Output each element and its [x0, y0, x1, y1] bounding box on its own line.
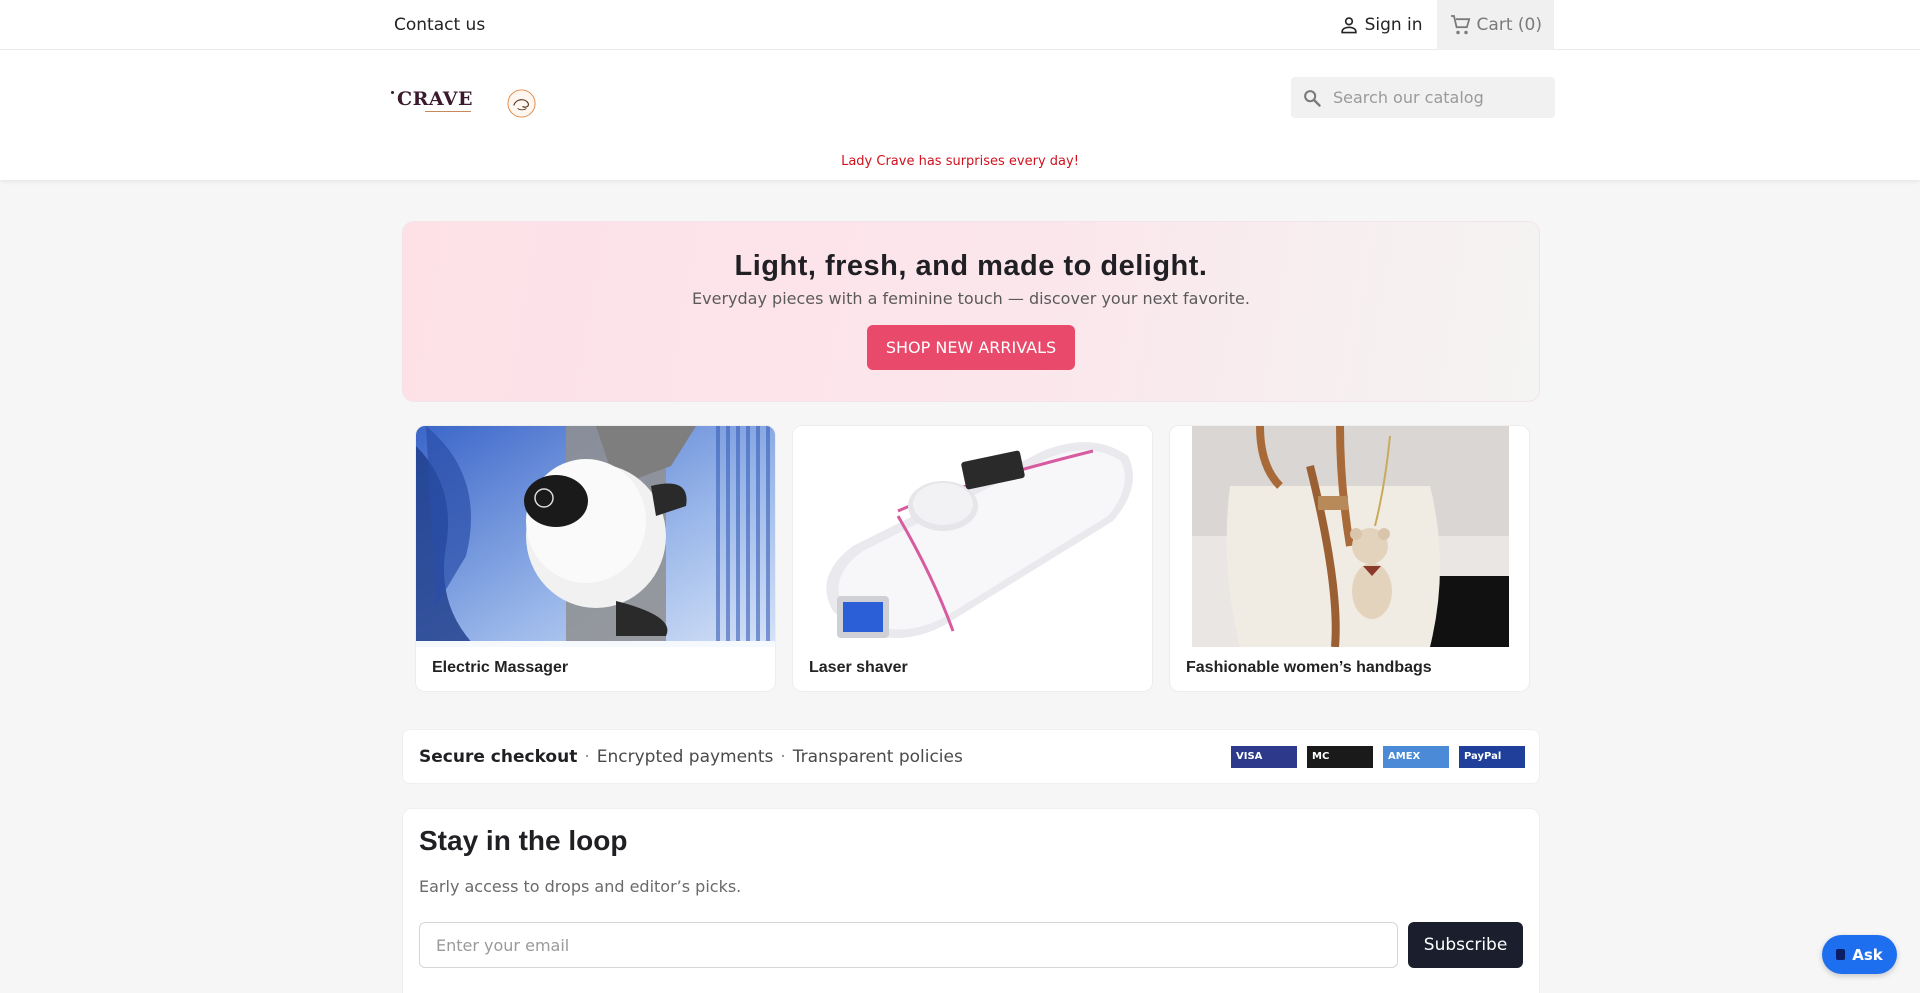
trust-item: Transparent policies: [792, 746, 963, 767]
newsletter-form: Subscribe: [419, 922, 1523, 968]
logo-emblem-icon: [507, 89, 536, 118]
ask-label: Ask: [1852, 945, 1883, 964]
payment-methods: VISA MC AMEX PayPal: [1231, 745, 1525, 768]
sign-in-label: Sign in: [1364, 15, 1423, 35]
contact-us-link[interactable]: Contact us: [394, 15, 485, 35]
hero-banner: Light, fresh, and made to delight. Every…: [402, 221, 1540, 402]
trust-bar: Secure checkout · Encrypted payments · T…: [402, 729, 1540, 784]
product-card-handbags[interactable]: Fashionable women’s handbags: [1169, 425, 1530, 692]
product-title[interactable]: Laser shaver: [793, 647, 1152, 689]
cart-count: (0): [1517, 15, 1542, 35]
logo-dot: [391, 90, 394, 94]
mastercard-badge: MC: [1307, 745, 1373, 768]
top-nav: Contact us Sign in Cart (0): [0, 0, 1920, 50]
cart-link[interactable]: Cart (0): [1436, 0, 1554, 50]
paypal-badge: PayPal: [1459, 745, 1525, 768]
visa-badge: VISA: [1231, 745, 1297, 768]
subscribe-button[interactable]: Subscribe: [1408, 922, 1523, 968]
user-icon: [1340, 17, 1357, 34]
user-links: Sign in Cart (0): [1338, 0, 1554, 50]
search-input[interactable]: [1333, 88, 1533, 107]
cart-label: Cart: [1476, 15, 1513, 35]
trust-primary: Secure checkout: [419, 746, 578, 767]
product-card-laser-shaver[interactable]: Laser shaver: [792, 425, 1153, 692]
logo-text: CRAVE: [397, 88, 473, 112]
product-image-massager[interactable]: [416, 426, 775, 647]
product-image-handbags[interactable]: [1170, 426, 1529, 647]
trust-separator: ·: [780, 746, 786, 767]
hero-subtitle: Everyday pieces with a feminine touch — …: [692, 289, 1250, 308]
product-title[interactable]: Fashionable women’s handbags: [1170, 647, 1529, 689]
cart-icon: [1450, 15, 1470, 35]
sign-in-link[interactable]: Sign in: [1338, 14, 1423, 36]
site-logo[interactable]: CRAVE: [391, 88, 473, 112]
chat-icon: [1836, 949, 1846, 960]
amex-badge: AMEX: [1383, 745, 1449, 768]
product-image-laser-shaver[interactable]: [793, 426, 1152, 647]
ask-chat-button[interactable]: Ask: [1822, 935, 1897, 974]
product-title[interactable]: Electric Massager: [416, 647, 775, 689]
shop-new-arrivals-button[interactable]: SHOP NEW ARRIVALS: [866, 325, 1076, 370]
hero-title: Light, fresh, and made to delight.: [734, 250, 1208, 282]
search-icon[interactable]: [1301, 87, 1323, 109]
trust-separator: ·: [584, 746, 590, 767]
promo-banner-text: Lady Crave has surprises every day!: [841, 154, 1079, 169]
newsletter-title: Stay in the loop: [419, 825, 628, 856]
search-box: [1291, 77, 1555, 118]
email-field[interactable]: [419, 922, 1399, 968]
site-header: CRAVE Lady Crave has surprises every day…: [0, 50, 1920, 180]
product-card-massager[interactable]: Electric Massager: [415, 425, 776, 692]
newsletter-section: Stay in the loop Early access to drops a…: [402, 808, 1540, 993]
trust-item: Encrypted payments: [596, 746, 774, 767]
newsletter-subtitle: Early access to drops and editor’s picks…: [419, 877, 742, 896]
